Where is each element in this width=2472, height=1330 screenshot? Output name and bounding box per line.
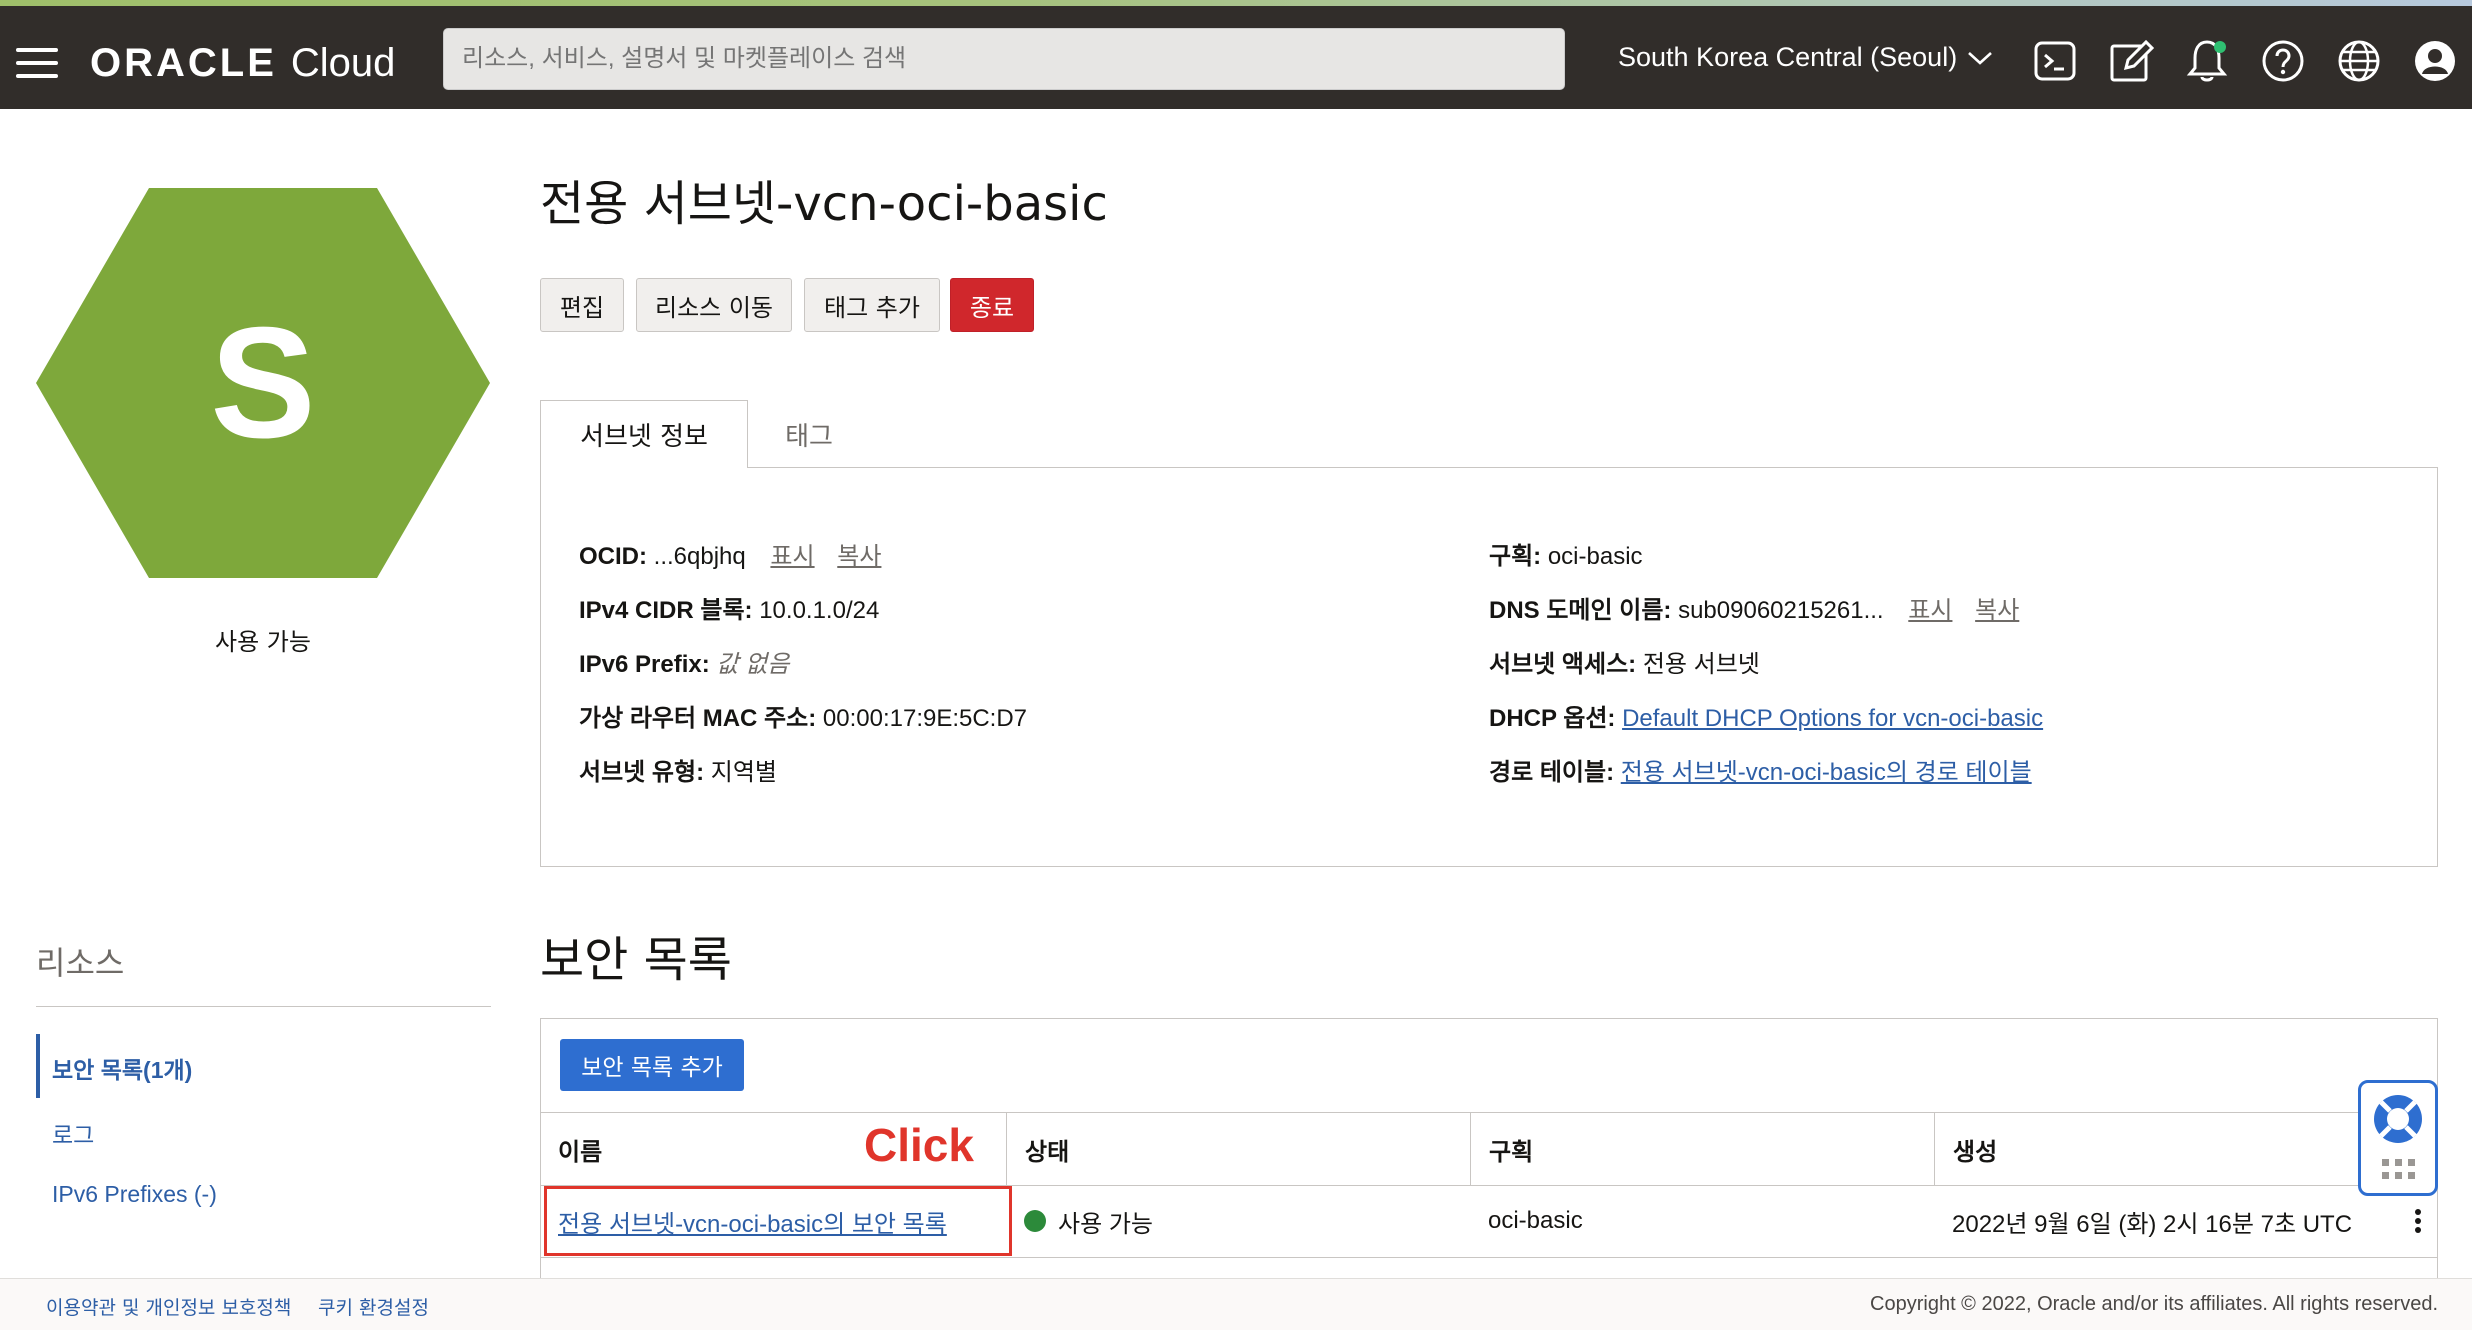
copyright-text: Copyright © 2022, Oracle and/or its affi… bbox=[1870, 1293, 2438, 1315]
column-header-compartment[interactable]: 구획 bbox=[1470, 1113, 1934, 1185]
row-name-cell: 전용 서브넷-vcn-oci-basic의 보안 목록 bbox=[540, 1186, 1006, 1256]
bell-icon[interactable] bbox=[2184, 38, 2230, 84]
resource-link-security-lists[interactable]: 보안 목록(1개) bbox=[52, 1051, 192, 1085]
help-lifebuoy-icon[interactable] bbox=[2358, 1080, 2438, 1196]
add-security-list-button[interactable]: 보안 목록 추가 bbox=[560, 1039, 744, 1091]
ipv6-field: IPv6 Prefix: 값 없음 bbox=[579, 651, 790, 678]
add-tags-button[interactable]: 태그 추가 bbox=[804, 278, 940, 332]
security-list-link[interactable]: 전용 서브넷-vcn-oci-basic의 보안 목록 bbox=[558, 1204, 947, 1239]
table-header: 이름 상태 구획 생성 bbox=[540, 1112, 2438, 1186]
cloud-shell-icon[interactable] bbox=[2032, 38, 2078, 84]
ipv4-field: IPv4 CIDR 블록: 10.0.1.0/24 bbox=[579, 597, 880, 624]
row-status-text: 사용 가능 bbox=[1058, 1210, 1153, 1238]
globe-icon[interactable] bbox=[2336, 38, 2382, 84]
hexagon-letter: S bbox=[210, 294, 316, 471]
resource-link-ipv6-prefixes[interactable]: IPv6 Prefixes (-) bbox=[52, 1181, 217, 1208]
copy-ocid-link[interactable]: 복사 bbox=[837, 543, 881, 570]
region-label: South Korea Central (Seoul) bbox=[1618, 42, 1958, 72]
row-compartment-cell: oci-basic bbox=[1488, 1207, 1583, 1234]
user-icon[interactable] bbox=[2412, 38, 2458, 84]
brand-oracle: ORACLE bbox=[90, 40, 277, 85]
route-table-link[interactable]: 전용 서브넷-vcn-oci-basic의 경로 테이블 bbox=[1621, 759, 2032, 786]
compartment-field: 구획: oci-basic bbox=[1489, 543, 1643, 570]
tab-tags[interactable]: 태그 bbox=[750, 400, 868, 468]
route-table-field: 경로 테이블: 전용 서브넷-vcn-oci-basic의 경로 테이블 bbox=[1489, 759, 2032, 786]
copy-dns-link[interactable]: 복사 bbox=[1975, 597, 2019, 624]
row-actions-kebab-icon[interactable] bbox=[2406, 1206, 2430, 1242]
brand-cloud: Cloud bbox=[290, 40, 396, 85]
oracle-cloud-logo[interactable]: ORACLE Cloud bbox=[90, 36, 395, 90]
edit-button[interactable]: 편집 bbox=[540, 278, 624, 332]
status-dot-icon bbox=[1024, 1210, 1046, 1232]
security-lists-title: 보안 목록 bbox=[540, 932, 732, 988]
ocid-field: OCID: ...6qbjhq 표시 복사 bbox=[579, 543, 882, 570]
terminate-button[interactable]: 종료 bbox=[950, 278, 1034, 332]
subnet-type-field: 서브넷 유형: 지역별 bbox=[579, 759, 777, 786]
move-resource-button[interactable]: 리소스 이동 bbox=[636, 278, 792, 332]
resource-link-logs[interactable]: 로그 bbox=[52, 1116, 94, 1150]
cookie-preferences-link[interactable]: 쿠키 환경설정 bbox=[318, 1293, 429, 1320]
resources-divider bbox=[36, 1006, 491, 1007]
dhcp-field: DHCP 옵션: Default DHCP Options for vcn-oc… bbox=[1489, 705, 2044, 732]
active-indicator bbox=[36, 1034, 40, 1098]
mac-field: 가상 라우터 MAC 주소: 00:00:17:9E:5C:D7 bbox=[579, 705, 1028, 732]
dhcp-options-link[interactable]: Default DHCP Options for vcn-oci-basic bbox=[1622, 705, 2043, 732]
console-header: ORACLE Cloud South Korea Central (Seoul) bbox=[0, 6, 2472, 109]
resource-status: 사용 가능 bbox=[215, 628, 311, 656]
search-input[interactable] bbox=[443, 28, 1565, 90]
row-created-cell: 2022년 9월 6일 (화) 2시 16분 7초 UTC bbox=[1952, 1210, 2353, 1238]
menu-icon[interactable] bbox=[16, 48, 58, 78]
terms-link[interactable]: 이용약관 및 개인정보 보호정책 bbox=[46, 1293, 291, 1320]
column-header-status[interactable]: 상태 bbox=[1006, 1113, 1470, 1185]
resource-hexagon: S bbox=[36, 188, 490, 578]
show-ocid-link[interactable]: 표시 bbox=[770, 543, 814, 570]
click-annotation: Click bbox=[864, 1119, 974, 1171]
help-icon[interactable] bbox=[2260, 38, 2306, 84]
show-dns-link[interactable]: 표시 bbox=[1908, 597, 1952, 624]
tab-subnet-info[interactable]: 서브넷 정보 bbox=[540, 400, 748, 468]
chevron-down-icon bbox=[1968, 51, 1993, 65]
table-row: 전용 서브넷-vcn-oci-basic의 보안 목록 사용 가능 oci-ba… bbox=[540, 1186, 2438, 1258]
resources-heading: 리소스 bbox=[36, 944, 125, 982]
subnet-info-panel: OCID: ...6qbjhq 표시 복사 IPv4 CIDR 블록: 10.0… bbox=[540, 467, 2438, 867]
subnet-access-field: 서브넷 액세스: 전용 서브넷 bbox=[1489, 651, 1760, 678]
edit-icon[interactable] bbox=[2108, 38, 2154, 84]
page-title: 전용 서브넷-vcn-oci-basic bbox=[540, 176, 1108, 232]
region-selector[interactable]: South Korea Central (Seoul) bbox=[1618, 42, 1993, 73]
row-status-cell: 사용 가능 bbox=[1006, 1186, 1470, 1256]
footer: 이용약관 및 개인정보 보호정책 쿠키 환경설정 Copyright © 202… bbox=[0, 1278, 2472, 1330]
dns-field: DNS 도메인 이름: sub09060215261... 표시 복사 bbox=[1489, 597, 2020, 624]
